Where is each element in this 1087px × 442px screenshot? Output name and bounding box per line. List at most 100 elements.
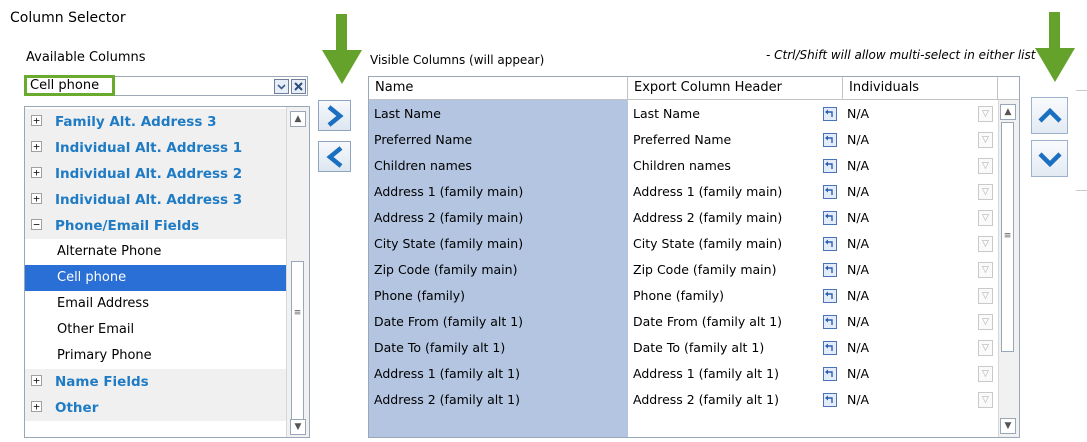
scroll-down-arrow[interactable]: ▼ (290, 419, 306, 435)
cell-name[interactable]: Last Name (369, 101, 628, 127)
grid-row[interactable]: Preferred Name Preferred Name N/A ▽ (369, 127, 998, 153)
individuals-dropdown-arrow[interactable]: ▽ (978, 392, 993, 408)
cell-individuals[interactable]: N/A (842, 387, 972, 413)
individuals-dropdown-arrow[interactable]: ▽ (978, 184, 993, 200)
grid-row[interactable]: Children names Children names N/A ▽ (369, 153, 998, 179)
tree-group[interactable]: + Individual Alt. Address 1 (25, 135, 287, 161)
cell-export-header[interactable]: Phone (family) (628, 283, 818, 309)
cell-name[interactable]: Address 1 (family alt 1) (369, 361, 628, 387)
tree-group[interactable]: + Other (25, 395, 287, 421)
cell-export-header[interactable]: Children names (628, 153, 818, 179)
individuals-dropdown-arrow[interactable]: ▽ (978, 262, 993, 278)
cell-individuals[interactable]: N/A (842, 231, 972, 257)
cell-name[interactable]: Date To (family alt 1) (369, 335, 628, 361)
cell-individuals[interactable]: N/A (842, 309, 972, 335)
grid-row[interactable]: Last Name Last Name N/A ▽ (369, 101, 998, 127)
reset-header-icon[interactable] (823, 107, 837, 121)
expand-icon[interactable]: + (31, 375, 42, 386)
tree-group[interactable]: + Individual Alt. Address 3 (25, 187, 287, 213)
cell-export-header[interactable]: Zip Code (family main) (628, 257, 818, 283)
grid-scrollbar[interactable]: ▲ ≡ ▼ (998, 100, 1019, 437)
grid-row[interactable]: Address 2 (family alt 1) Address 2 (famil… (369, 387, 998, 413)
cell-export-header[interactable]: Address 1 (family main) (628, 179, 818, 205)
individuals-dropdown-arrow[interactable]: ▽ (978, 132, 993, 148)
move-down-button[interactable] (1031, 140, 1068, 177)
cell-individuals[interactable]: N/A (842, 179, 972, 205)
grid-row[interactable]: Address 2 (family main) Address 2 (family… (369, 205, 998, 231)
cell-name[interactable]: Zip Code (family main) (369, 257, 628, 283)
expand-icon[interactable]: + (31, 193, 42, 204)
reset-header-icon[interactable] (823, 237, 837, 251)
reset-header-icon[interactable] (823, 367, 837, 381)
header-name[interactable]: Name (369, 77, 628, 100)
search-dropdown-button[interactable] (274, 79, 289, 94)
cell-individuals[interactable]: N/A (842, 283, 972, 309)
cell-name[interactable]: Address 2 (family main) (369, 205, 628, 231)
grid-row[interactable]: City State (family main) City State (fami… (369, 231, 998, 257)
scroll-thumb[interactable]: ≡ (291, 261, 304, 435)
individuals-dropdown-arrow[interactable]: ▽ (978, 106, 993, 122)
cell-name[interactable]: Children names (369, 153, 628, 179)
cell-export-header[interactable]: Address 2 (family alt 1) (628, 387, 818, 413)
tree-item[interactable]: Cell phone (25, 265, 287, 291)
cell-name[interactable]: Phone (family) (369, 283, 628, 309)
cell-individuals[interactable]: N/A (842, 101, 972, 127)
collapse-icon[interactable]: − (31, 219, 42, 230)
scroll-up-arrow[interactable]: ▲ (290, 111, 306, 127)
available-columns-tree[interactable]: + Family Alt. Address 3 + Individual Alt. A… (24, 106, 310, 438)
cell-individuals[interactable]: N/A (842, 361, 972, 387)
reset-header-icon[interactable] (823, 263, 837, 277)
expand-icon[interactable]: + (31, 141, 42, 152)
cell-individuals[interactable]: N/A (842, 257, 972, 283)
cell-export-header[interactable]: Date To (family alt 1) (628, 335, 818, 361)
tree-item[interactable]: Email Address (25, 291, 287, 317)
grid-row[interactable]: Date From (family alt 1) Date From (famil… (369, 309, 998, 335)
tree-scrollbar[interactable]: ▲ ≡ ▼ (286, 107, 309, 437)
grid-row[interactable]: Address 1 (family main) Address 1 (family… (369, 179, 998, 205)
cell-name[interactable]: City State (family main) (369, 231, 628, 257)
grid-row[interactable]: Address 1 (family alt 1) Address 1 (famil… (369, 361, 998, 387)
visible-columns-grid[interactable]: Name Export Column Header Individuals La… (368, 76, 1020, 438)
tree-group[interactable]: + Individual Alt. Address 2 (25, 161, 287, 187)
cell-individuals[interactable]: N/A (842, 153, 972, 179)
tree-group[interactable]: − Phone/Email Fields (25, 213, 287, 239)
reset-header-icon[interactable] (823, 133, 837, 147)
cell-export-header[interactable]: Preferred Name (628, 127, 818, 153)
individuals-dropdown-arrow[interactable]: ▽ (978, 158, 993, 174)
cell-export-header[interactable]: Date From (family alt 1) (628, 309, 818, 335)
cell-name[interactable]: Date From (family alt 1) (369, 309, 628, 335)
cell-export-header[interactable]: Address 2 (family main) (628, 205, 818, 231)
tree-item[interactable]: Alternate Phone (25, 239, 287, 265)
cell-name[interactable]: Address 1 (family main) (369, 179, 628, 205)
cell-export-header[interactable]: Address 1 (family alt 1) (628, 361, 818, 387)
expand-icon[interactable]: + (31, 401, 42, 412)
tree-item[interactable]: Other Email (25, 317, 287, 343)
scroll-thumb[interactable]: ≡ (1001, 122, 1014, 352)
individuals-dropdown-arrow[interactable]: ▽ (978, 314, 993, 330)
header-individuals[interactable]: Individuals (843, 77, 998, 100)
add-column-button[interactable] (318, 100, 351, 131)
tree-item[interactable]: Primary Phone (25, 343, 287, 369)
grid-row[interactable]: Phone (family) Phone (family) N/A ▽ (369, 283, 998, 309)
cell-name[interactable]: Preferred Name (369, 127, 628, 153)
cell-name[interactable]: Address 2 (family alt 1) (369, 387, 628, 413)
grid-row[interactable]: Date To (family alt 1) Date To (family al… (369, 335, 998, 361)
individuals-dropdown-arrow[interactable]: ▽ (978, 366, 993, 382)
scroll-down-arrow[interactable]: ▼ (1000, 418, 1016, 434)
individuals-dropdown-arrow[interactable]: ▽ (978, 340, 993, 356)
scroll-up-arrow[interactable]: ▲ (1000, 104, 1016, 120)
reset-header-icon[interactable] (823, 159, 837, 173)
tree-group[interactable]: + Family Alt. Address 3 (25, 109, 287, 135)
clear-search-button[interactable] (291, 79, 306, 94)
cell-individuals[interactable]: N/A (842, 127, 972, 153)
expand-icon[interactable]: + (31, 115, 42, 126)
cell-export-header[interactable]: Last Name (628, 101, 818, 127)
reset-header-icon[interactable] (823, 185, 837, 199)
expand-icon[interactable]: + (31, 167, 42, 178)
reset-header-icon[interactable] (823, 393, 837, 407)
grid-row[interactable]: Zip Code (family main) Zip Code (family m… (369, 257, 998, 283)
individuals-dropdown-arrow[interactable]: ▽ (978, 210, 993, 226)
remove-column-button[interactable] (318, 141, 351, 172)
reset-header-icon[interactable] (823, 315, 837, 329)
cell-individuals[interactable]: N/A (842, 205, 972, 231)
